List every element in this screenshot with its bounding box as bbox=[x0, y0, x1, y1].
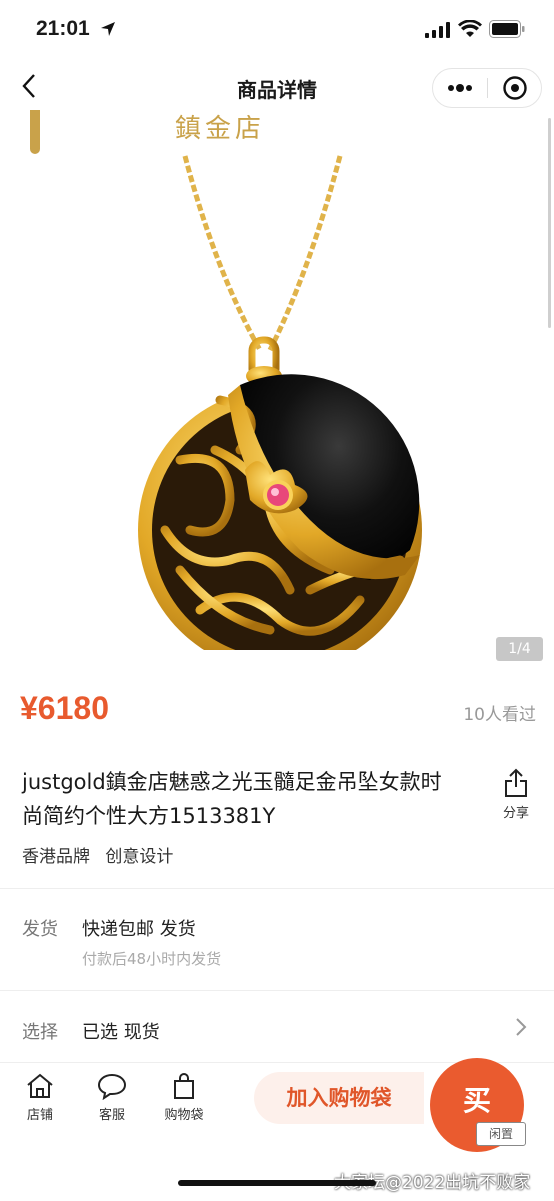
delivery-note: 付款后48小时内发货 bbox=[82, 950, 222, 968]
shopping-bag-icon bbox=[174, 1073, 194, 1099]
view-count: 10人看过 bbox=[463, 705, 536, 725]
store-tab[interactable]: 店铺 bbox=[10, 1072, 70, 1123]
option-value[interactable]: 已选 现货 bbox=[82, 1018, 160, 1044]
share-icon bbox=[505, 768, 527, 797]
image-page-indicator: 1/4 bbox=[496, 637, 543, 661]
section-divider bbox=[0, 990, 554, 991]
more-dots-icon[interactable] bbox=[446, 80, 474, 96]
signal-icon bbox=[425, 22, 450, 38]
product-price: ¥6180 bbox=[20, 690, 109, 726]
service-label: 客服 bbox=[98, 1108, 125, 1123]
close-target-icon[interactable] bbox=[502, 75, 528, 101]
delivery-label: 发货 bbox=[22, 919, 58, 940]
add-to-cart-button[interactable]: 加入购物袋 bbox=[254, 1072, 424, 1124]
product-name: justgold鎮金店魅惑之光玉髓足金吊坠女款时尚简约个性大方1513381Y bbox=[22, 770, 442, 828]
option-label[interactable]: 选择 bbox=[22, 1018, 58, 1044]
battery-icon bbox=[489, 20, 525, 38]
capsule-divider bbox=[487, 78, 488, 98]
share-label: 分享 bbox=[502, 806, 529, 821]
status-time: 21:01 bbox=[36, 17, 90, 40]
product-tags: 香港品牌 创意设计 bbox=[22, 842, 183, 867]
chat-bubble-icon bbox=[97, 1073, 127, 1100]
app-badge: 闲置 bbox=[476, 1122, 526, 1146]
store-icon bbox=[27, 1073, 53, 1098]
scrollbar[interactable] bbox=[548, 118, 551, 328]
wifi-icon bbox=[458, 20, 482, 37]
tag-brand: 香港品牌 bbox=[22, 847, 90, 867]
tag-design: 创意设计 bbox=[105, 847, 174, 867]
delivery-value: 快递包邮 发货 bbox=[82, 919, 196, 940]
chevron-right-icon[interactable] bbox=[514, 1016, 528, 1038]
brand-logo-text: 鎮金店 bbox=[175, 114, 266, 144]
location-arrow-icon bbox=[101, 22, 115, 36]
shopping-bag-tab[interactable]: 购物袋 bbox=[154, 1072, 214, 1123]
brand-logo-mark bbox=[30, 110, 40, 154]
section-divider bbox=[0, 888, 554, 889]
pendant-image bbox=[138, 155, 422, 650]
customer-service-tab[interactable]: 客服 bbox=[82, 1072, 142, 1123]
home-indicator[interactable] bbox=[178, 1180, 376, 1186]
share-button[interactable]: 分享 bbox=[496, 768, 536, 821]
bag-label: 购物袋 bbox=[164, 1108, 204, 1123]
store-label: 店铺 bbox=[26, 1108, 53, 1123]
